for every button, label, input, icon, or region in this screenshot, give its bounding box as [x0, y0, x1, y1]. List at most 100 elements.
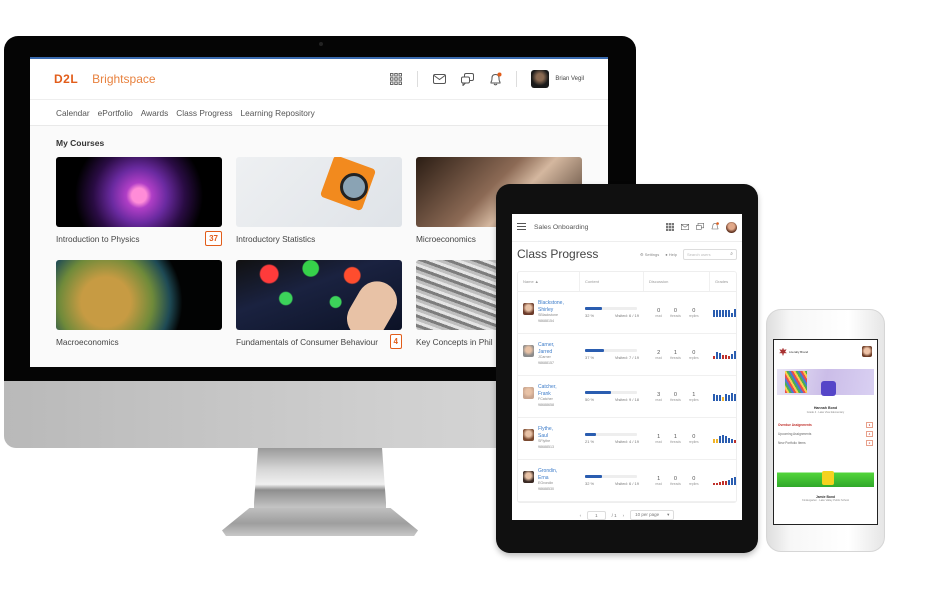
grade-bar	[722, 354, 724, 359]
user-menu[interactable]: Brian Vegil	[531, 70, 584, 88]
grades-sparkline[interactable]	[710, 351, 742, 359]
progress-fill	[585, 349, 605, 352]
monster-avatar	[821, 381, 836, 396]
column-header-grades: Grades	[710, 272, 742, 291]
grades-sparkline[interactable]	[710, 393, 742, 401]
student-name-link[interactable]: Catcher, Frank	[538, 384, 557, 397]
avatar[interactable]	[726, 222, 737, 233]
grades-sparkline[interactable]	[710, 435, 742, 443]
grade-bar	[716, 482, 718, 485]
list-item[interactable]: Upcoming Assignments 4	[778, 429, 873, 438]
grade-bar	[722, 435, 724, 443]
grade-bar	[725, 355, 727, 359]
grade-bar	[722, 396, 724, 401]
grade-bar	[725, 480, 727, 485]
grade-bar	[731, 439, 733, 443]
progress-bar	[585, 391, 637, 394]
grade-bar	[716, 394, 718, 401]
settings-link[interactable]: ⚙ Settings	[640, 252, 659, 257]
apps-grid-icon[interactable]	[666, 222, 674, 233]
course-card[interactable]: Macroeconomics	[56, 260, 222, 347]
discussion-stats[interactable]: 3 read 0 threads 1 replies	[644, 392, 710, 402]
discussion-stats[interactable]: 0 read 0 threads 0 replies	[644, 308, 710, 318]
discussion-stats[interactable]: 2 read 1 threads 0 replies	[644, 350, 710, 360]
student-name-link[interactable]: Carner, Jarred	[538, 342, 554, 355]
count-badge: 1	[866, 421, 873, 428]
student-banner-2	[777, 465, 874, 487]
avatar	[531, 70, 550, 88]
nav-calendar[interactable]: Calendar	[56, 108, 90, 118]
content-progress[interactable]: 50 % Visited: 9 / 18	[580, 391, 644, 402]
brightspace-label: Brightspace	[92, 72, 156, 86]
course-card[interactable]: Introduction to Physics 37	[56, 157, 222, 246]
page-input[interactable]: 1	[587, 510, 606, 520]
grade-bar	[716, 352, 718, 359]
help-link[interactable]: ● Help	[665, 252, 677, 257]
bell-icon[interactable]	[711, 222, 719, 233]
nav-learning-repository[interactable]: Learning Repository	[241, 108, 315, 118]
brand-logo[interactable]: D2L Brightspace	[54, 72, 156, 86]
grade-bar	[719, 352, 721, 359]
grade-bar	[713, 482, 715, 485]
visited-count: Visited: 4 / 19	[614, 439, 639, 444]
course-card[interactable]: Introductory Statistics	[236, 157, 402, 244]
hamburger-menu-icon[interactable]	[517, 223, 526, 232]
course-name[interactable]: Sales Onboarding	[534, 224, 588, 231]
progress-fill	[585, 307, 602, 310]
grade-bar	[725, 436, 727, 443]
prev-page-button[interactable]: ‹	[580, 513, 582, 518]
student-subtitle: Kindergarten · Lake Valley Public School	[802, 499, 849, 502]
nav-eportfolio[interactable]: ePortfolio	[98, 108, 133, 118]
course-image-globe	[56, 260, 222, 330]
grades-sparkline[interactable]	[710, 309, 742, 317]
phone-screen: Literally Brand Hannah Bond Grade 4 · La…	[773, 339, 878, 525]
chat-icon[interactable]	[696, 222, 704, 233]
grades-sparkline[interactable]	[710, 476, 742, 485]
content-progress[interactable]: 32 % Visited: 6 / 19	[580, 307, 644, 318]
course-title: Introductory Statistics	[236, 234, 316, 244]
progress-bar	[585, 433, 637, 436]
content-progress[interactable]: 32 % Visited: 6 / 19	[580, 475, 644, 486]
chat-icon[interactable]	[460, 72, 474, 86]
list-item[interactable]: New Portfolio Items 2	[778, 438, 873, 447]
next-page-button[interactable]: ›	[623, 513, 625, 518]
apps-grid-icon[interactable]	[389, 72, 403, 86]
table-header: Name ▲ Content Discussion Grades	[518, 272, 736, 292]
desktop-stand-neck	[254, 448, 386, 518]
content-progress[interactable]: 37 % Visited: 7 / 19	[580, 349, 644, 360]
student-name-link[interactable]: Blackstone, Shirley	[538, 300, 564, 313]
progress-percent: 21 %	[585, 439, 595, 444]
monster-avatar	[822, 471, 834, 485]
list-item[interactable]: Overdue Assignments 1	[778, 420, 873, 429]
grade-bar	[731, 353, 733, 359]
discussion-stats[interactable]: 1 read 0 threads 0 replies	[644, 476, 710, 486]
student-name-link[interactable]: Grondin, Erna	[538, 468, 557, 481]
grade-bar	[728, 479, 730, 485]
discussion-stats[interactable]: 1 read 1 threads 0 replies	[644, 434, 710, 444]
grade-bar	[728, 356, 730, 359]
count-badge: 2	[866, 439, 873, 446]
grade-bar	[722, 310, 724, 317]
user-name: Brian Vegil	[555, 76, 584, 82]
bell-icon[interactable]	[488, 72, 502, 86]
read-count: 1	[657, 433, 661, 440]
avatar[interactable]	[862, 346, 872, 357]
student-name-link[interactable]: Flythe, Saul	[538, 426, 554, 439]
grade-bar	[734, 440, 736, 443]
grade-bar	[719, 436, 721, 443]
course-title: Introduction to Physics	[56, 234, 140, 244]
course-card[interactable]: Fundamentals of Consumer Behaviour 4	[236, 260, 402, 349]
column-header-name[interactable]: Name ▲	[518, 272, 580, 291]
nav-awards[interactable]: Awards	[141, 108, 169, 118]
mail-icon[interactable]	[681, 223, 690, 232]
table-row: Flythe, Saul SFlythe 98688513 21 % Visited…	[518, 418, 736, 460]
grade-bar	[731, 393, 733, 401]
search-input[interactable]: Search users ⌕	[683, 248, 737, 260]
mail-icon[interactable]	[432, 72, 446, 86]
nav-class-progress[interactable]: Class Progress	[176, 108, 232, 118]
student-cell: Grondin, Erna EGrondin 98688530	[518, 468, 580, 492]
per-page-select[interactable]: 10 per page ▾	[630, 510, 675, 520]
course-image-trading-screen	[236, 260, 402, 330]
content-progress[interactable]: 21 % Visited: 4 / 19	[580, 433, 644, 444]
search-icon[interactable]: ⌕	[730, 251, 733, 257]
